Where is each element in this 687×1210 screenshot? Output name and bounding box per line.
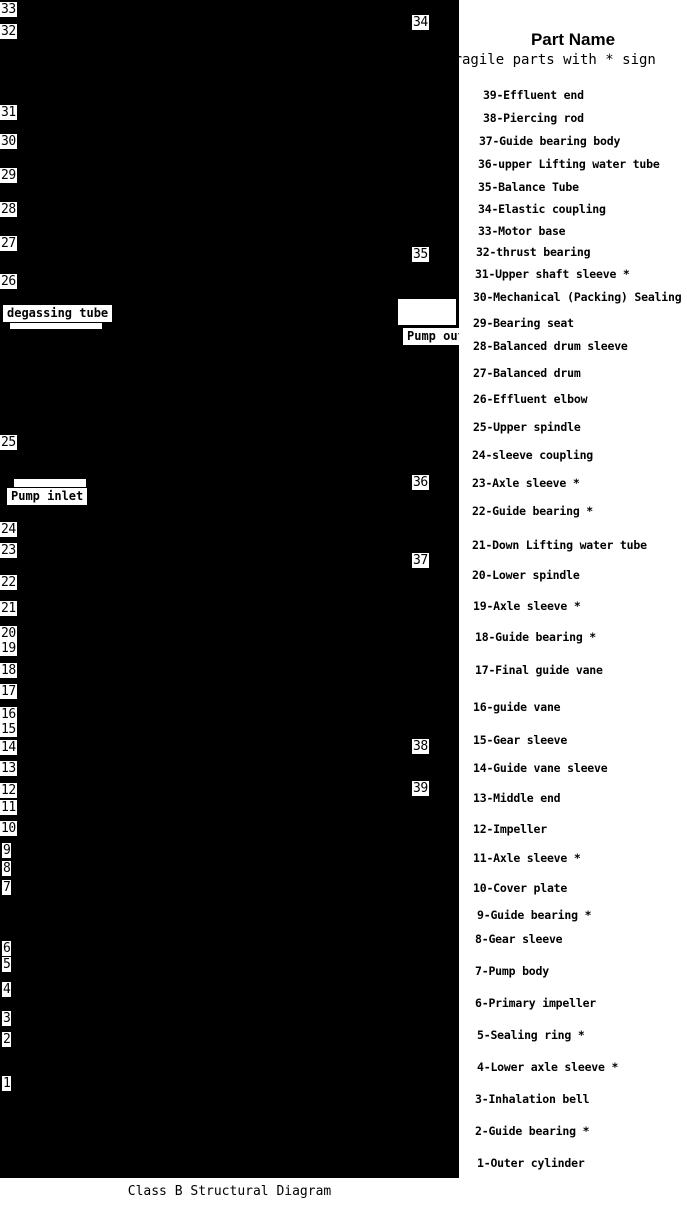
callout-number-7: 7	[2, 880, 12, 895]
legend-item: 33-Motor base	[478, 224, 566, 238]
legend-item: 14-Guide vane sleeve	[473, 761, 608, 775]
legend-item: 38-Piercing rod	[483, 111, 584, 125]
legend-item: 25-Upper spindle	[473, 420, 581, 434]
callout-number-1: 1	[2, 1076, 12, 1091]
callout-number-14: 14	[0, 740, 17, 755]
legend-item: 32-thrust bearing	[476, 245, 591, 259]
legend-item: 17-Final guide vane	[475, 663, 603, 677]
callout-number-15: 15	[0, 722, 17, 737]
callout-number-34: 34	[412, 15, 429, 30]
legend-item: 1-Outer cylinder	[477, 1156, 585, 1170]
legend-item: 36-upper Lifting water tube	[478, 157, 660, 171]
legend-item: 30-Mechanical (Packing) Sealing	[473, 290, 682, 304]
callout-number-18: 18	[0, 663, 17, 678]
legend-item: 16-guide vane	[473, 700, 561, 714]
part-name-legend-panel: Part Name Fragile parts with * sign 39-E…	[445, 0, 687, 1210]
legend-item: 15-Gear sleeve	[473, 733, 568, 747]
legend-item: 11-Axle sleeve *	[473, 851, 581, 865]
legend-item: 29-Bearing seat	[473, 316, 574, 330]
callout-number-38: 38	[412, 739, 429, 754]
leader-line-pump-outlet	[398, 299, 456, 325]
callout-number-22: 22	[0, 575, 17, 590]
legend-item: 10-Cover plate	[473, 881, 568, 895]
callout-number-12: 12	[0, 783, 17, 798]
legend-item: 20-Lower spindle	[472, 568, 580, 582]
callout-pump-inlet: Pump inlet	[6, 487, 89, 506]
legend-item: 23-Axle sleeve *	[472, 476, 580, 490]
callout-number-31: 31	[0, 105, 17, 120]
callout-number-20: 20	[0, 626, 17, 641]
callout-number-11: 11	[0, 800, 17, 815]
callout-number-39: 39	[412, 781, 429, 796]
callout-number-25: 25	[0, 435, 17, 450]
callout-degassing-tube: degassing tube	[2, 304, 114, 323]
callout-number-33: 33	[0, 2, 17, 17]
legend-subtitle: Fragile parts with * sign	[445, 52, 656, 68]
legend-item: 31-Upper shaft sleeve *	[475, 267, 630, 281]
callout-number-6: 6	[2, 941, 12, 956]
callout-number-28: 28	[0, 202, 17, 217]
legend-item: 26-Effluent elbow	[473, 392, 588, 406]
callout-number-10: 10	[0, 821, 17, 836]
legend-item-list: 39-Effluent end 38-Piercing rod 37-Guide b…	[459, 86, 687, 1176]
callout-number-2: 2	[2, 1032, 12, 1047]
legend-item: 18-Guide bearing *	[475, 630, 597, 644]
callout-number-17: 17	[0, 684, 17, 699]
callout-number-29: 29	[0, 168, 17, 183]
callout-number-27: 27	[0, 236, 17, 251]
legend-item: 21-Down Lifting water tube	[472, 538, 647, 552]
callout-number-32: 32	[0, 24, 17, 39]
callout-number-8: 8	[2, 861, 12, 876]
legend-item: 13-Middle end	[473, 791, 561, 805]
legend-item: 19-Axle sleeve *	[473, 599, 581, 613]
callout-number-30: 30	[0, 134, 17, 149]
legend-item: 3-Inhalation bell	[475, 1092, 590, 1106]
legend-item: 4-Lower axle sleeve *	[477, 1060, 619, 1074]
legend-item: 22-Guide bearing *	[472, 504, 594, 518]
legend-item: 9-Guide bearing *	[477, 908, 592, 922]
leader-line-pump-inlet	[14, 479, 86, 487]
callout-number-9: 9	[2, 843, 12, 858]
callout-number-36: 36	[412, 475, 429, 490]
legend-item: 27-Balanced drum	[473, 366, 581, 380]
callout-number-37: 37	[412, 553, 429, 568]
callout-number-4: 4	[2, 982, 12, 997]
callout-number-5: 5	[2, 957, 12, 972]
legend-item: 12-Impeller	[473, 822, 547, 836]
callout-number-26: 26	[0, 274, 17, 289]
legend-item: 28-Balanced drum sleeve	[473, 339, 628, 353]
legend-item: 39-Effluent end	[483, 88, 584, 102]
legend-item: 7-Pump body	[475, 964, 549, 978]
legend-item: 6-Primary impeller	[475, 996, 597, 1010]
callout-number-21: 21	[0, 601, 17, 616]
legend-item: 8-Gear sleeve	[475, 932, 563, 946]
legend-item: 35-Balance Tube	[478, 180, 579, 194]
callout-number-35: 35	[412, 247, 429, 262]
callout-number-16: 16	[0, 707, 17, 722]
legend-item: 5-Sealing ring *	[477, 1028, 585, 1042]
structural-diagram-panel: 33 32 31 30 29 28 27 26 25 24 23 22 21 20 19 18 17 16 15 14…	[0, 0, 492, 1178]
legend-item: 24-sleeve coupling	[472, 448, 594, 462]
legend-item: 34-Elastic coupling	[478, 202, 606, 216]
legend-item: 2-Guide bearing *	[475, 1124, 590, 1138]
callout-number-24: 24	[0, 522, 17, 537]
legend-item: 37-Guide bearing body	[479, 134, 621, 148]
callout-number-23: 23	[0, 543, 17, 558]
callout-number-3: 3	[2, 1011, 12, 1026]
callout-number-13: 13	[0, 761, 17, 776]
legend-title: Part Name	[530, 30, 616, 49]
diagram-caption: Class B Structural Diagram	[127, 1184, 332, 1199]
callout-number-19: 19	[0, 641, 17, 656]
